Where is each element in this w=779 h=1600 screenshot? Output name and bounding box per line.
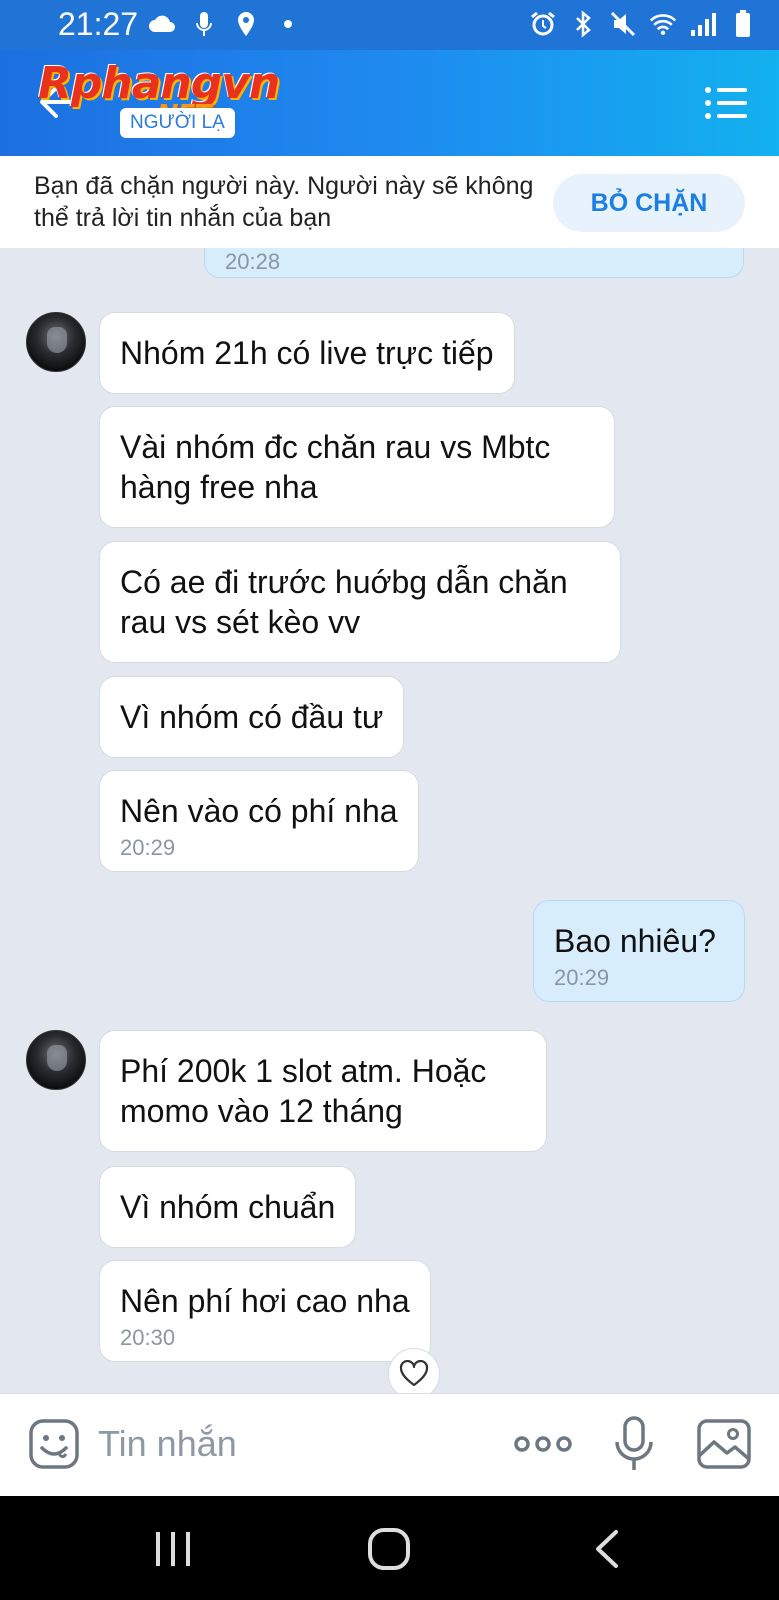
message-bubble[interactable]: Phí 200k 1 slot atm. Hoặc momo vào 12 th… [99,1030,547,1152]
avatar[interactable] [26,312,86,372]
system-nav-bar [0,1496,779,1600]
voice-button[interactable] [612,1414,656,1474]
home-button[interactable] [364,1524,414,1574]
watermark-logo: Rphangvn .NET [38,58,280,130]
home-icon [368,1528,410,1570]
message-bubble[interactable]: Nên vào có phí nha 20:29 [99,770,419,872]
message-bubble[interactable]: Nên phí hơi cao nha 20:30 [99,1260,431,1362]
message-text: Nhóm 21h có live trực tiếp [120,335,494,371]
microphone-icon [615,1416,653,1470]
more-dots-icon [514,1436,572,1452]
unblock-button[interactable]: BỎ CHẶN [553,174,745,232]
wifi-icon [649,10,677,38]
message-time: 20:28 [225,249,281,274]
gallery-button[interactable] [696,1418,752,1470]
recent-apps-icon [156,1532,190,1566]
image-icon [697,1419,751,1469]
message-bubble[interactable]: Vì nhóm có đầu tư [99,676,405,758]
message-bubble-mine[interactable]: Bao nhiêu? 20:29 [533,900,745,1002]
message-composer [0,1393,779,1496]
status-bar: 21:27 [0,0,779,50]
message-bubble[interactable]: Nhóm 21h có live trực tiếp [99,312,515,394]
message-bubble[interactable]: Vài nhóm đc chăn rau vs Mbtc hàng free n… [99,406,615,528]
avatar[interactable] [26,1030,86,1090]
message-text: Nên vào có phí nha [120,793,398,829]
heart-icon [399,1360,429,1387]
message-text: Bao nhiêu? [554,923,716,959]
mic-icon [190,10,218,38]
emoji-button[interactable] [28,1418,80,1470]
recent-apps-button[interactable] [148,1524,198,1574]
status-time: 21:27 [58,6,139,42]
message-bubble[interactable]: Vì nhóm chuẩn [99,1166,357,1248]
message-text: Phí 200k 1 slot atm. Hoặc momo vào 12 th… [120,1053,487,1129]
system-back-button[interactable] [584,1524,634,1574]
message-text: Nên phí hơi cao nha [120,1283,410,1319]
emoji-icon [29,1419,79,1469]
dot-icon [274,10,302,38]
message-bubble-mine[interactable]: 20:28 [204,248,744,278]
message-input[interactable] [98,1416,478,1472]
block-banner: Bạn đã chặn người này. Người này sẽ khôn… [0,156,779,248]
cloud-icon [148,10,176,38]
react-heart-button[interactable] [388,1348,440,1393]
back-icon [596,1530,618,1568]
bluetooth-icon [569,10,597,38]
more-options-button[interactable] [512,1424,574,1464]
block-notice-text: Bạn đã chặn người này. Người này sẽ khôn… [34,172,534,232]
signal-icon [689,10,717,38]
message-time: 20:29 [554,965,610,990]
mute-icon [609,10,637,38]
message-text: Vài nhóm đc chăn rau vs Mbtc hàng free n… [120,429,551,505]
message-text: Vì nhóm có đầu tư [120,699,384,735]
message-text: Vì nhóm chuẩn [120,1189,336,1225]
alarm-icon [529,10,557,38]
message-bubble[interactable]: Có ae đi trước huớbg dẫn chăn rau vs sét… [99,541,621,663]
menu-button[interactable] [703,80,749,126]
menu-icon [705,87,747,119]
chat-message-list[interactable]: 20:28 Nhóm 21h có live trực tiếp Vài nhó… [0,248,779,1393]
stranger-badge: NGƯỜI LẠ [120,108,235,138]
battery-icon [729,10,757,38]
message-text: Có ae đi trước huớbg dẫn chăn rau vs sét… [120,564,568,640]
message-time: 20:30 [120,1325,176,1350]
chat-header: Rphangvn .NET NGƯỜI LẠ [0,50,779,156]
location-icon [232,10,260,38]
message-time: 20:29 [120,835,176,860]
